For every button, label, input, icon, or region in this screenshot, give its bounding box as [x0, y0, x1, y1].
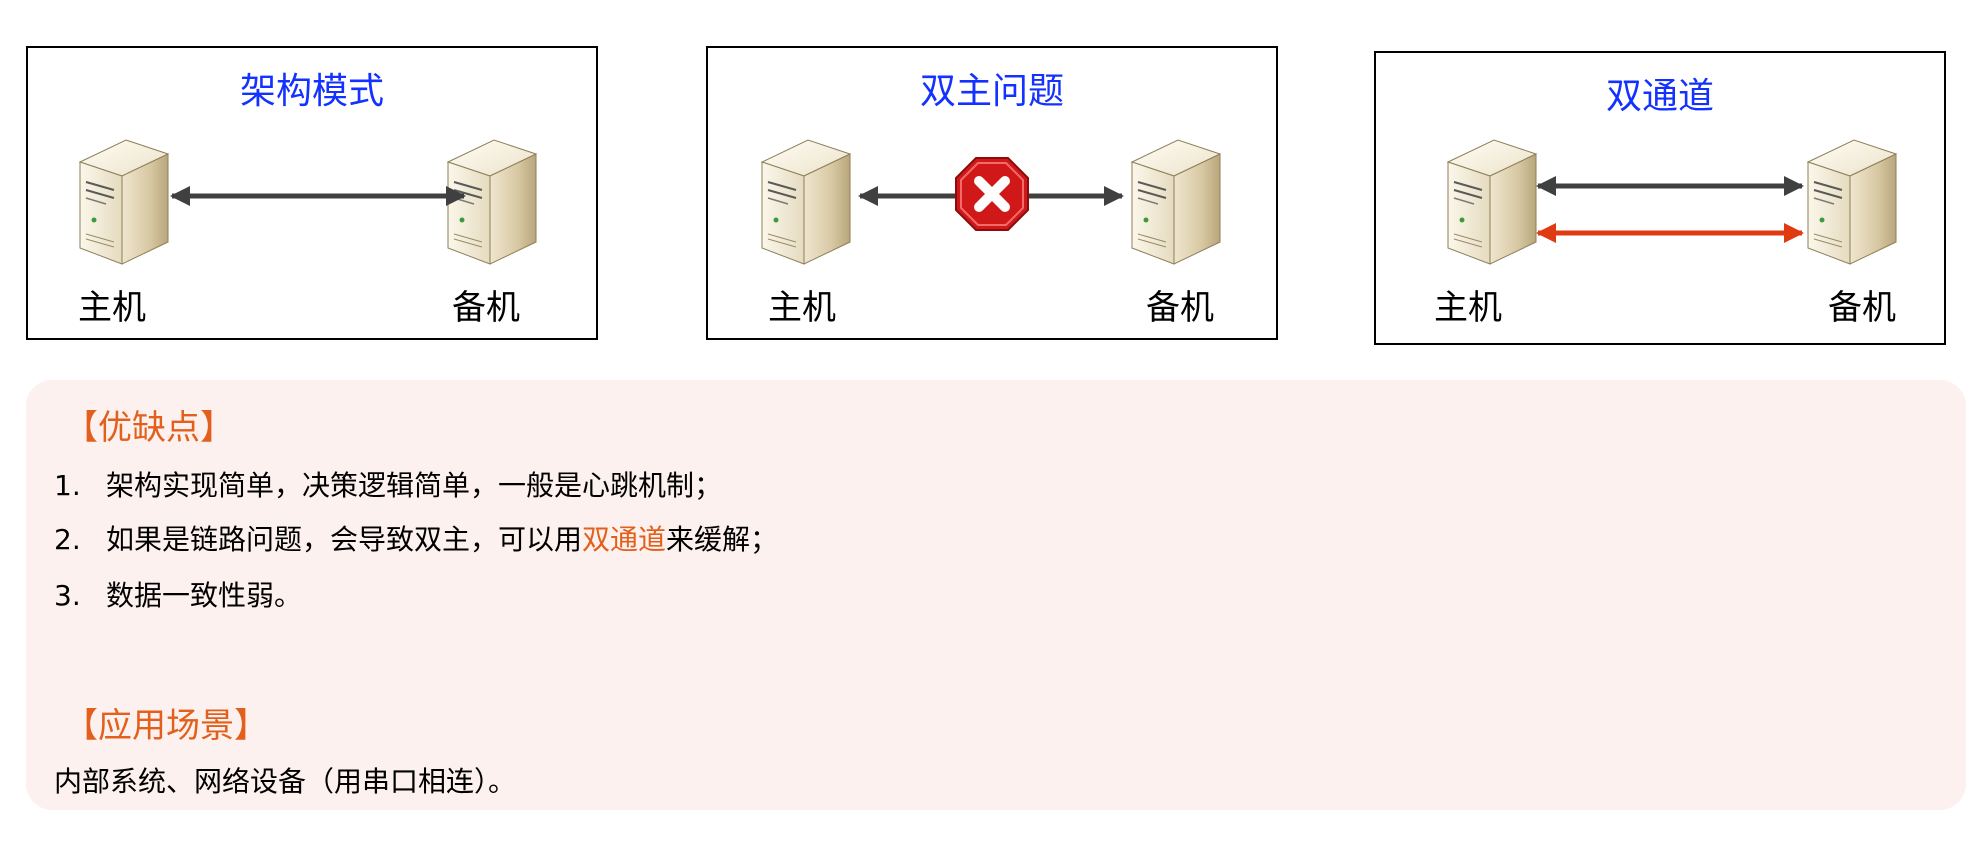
list-text: 来缓解； [666, 523, 779, 556]
primary-label: 主机 [768, 288, 836, 328]
list-number: 1. [54, 469, 81, 502]
panel-title: 架构模式 [239, 71, 384, 112]
server-icon [760, 139, 852, 265]
dual-master-panel: 双主问题 主机 备机 [706, 46, 1278, 340]
primary-label: 主机 [1434, 288, 1502, 328]
list-item: 1. 架构实现简单，决策逻辑简单，一般是心跳机制； [54, 464, 722, 504]
server-icon [1130, 139, 1222, 265]
error-stop-icon [955, 157, 1029, 231]
server-icon [1446, 139, 1538, 265]
highlight-term: 双通道 [582, 523, 667, 556]
list-item: 3. 数据一致性弱。 [54, 574, 302, 614]
scenario-title: 【应用场景】 [64, 706, 268, 746]
list-item: 2. 如果是链路问题，会导致双主，可以用双通道来缓解； [54, 518, 778, 558]
architecture-panel: 架构模式 主机 备机 [26, 46, 598, 340]
dual-channel-panel: 双通道 主机 备机 [1374, 51, 1946, 345]
heartbeat-link-icon [1536, 176, 1804, 196]
list-text: 架构实现简单，决策逻辑简单，一般是心跳机制； [106, 469, 723, 502]
scenario-text: 内部系统、网络设备（用串口相连）。 [54, 765, 517, 798]
list-text: 数据一致性弱。 [106, 579, 303, 612]
server-icon [78, 139, 170, 265]
backup-label: 备机 [452, 288, 520, 328]
pros-cons-title: 【优缺点】 [64, 408, 234, 448]
backup-channel-icon [1536, 223, 1804, 243]
server-icon [1806, 139, 1898, 265]
panel-title: 双通道 [1605, 76, 1714, 117]
primary-label: 主机 [78, 288, 146, 328]
list-text: 如果是链路问题，会导致双主，可以用 [106, 523, 583, 556]
double-arrow-icon [170, 186, 466, 206]
list-number: 2. [54, 523, 81, 556]
panel-title: 双主问题 [919, 71, 1064, 112]
backup-label: 备机 [1828, 288, 1896, 328]
notes-box: 【优缺点】 1. 架构实现简单，决策逻辑简单，一般是心跳机制； 2. 如果是链路问题… [26, 380, 1966, 810]
backup-label: 备机 [1146, 288, 1214, 328]
list-number: 3. [54, 579, 81, 612]
